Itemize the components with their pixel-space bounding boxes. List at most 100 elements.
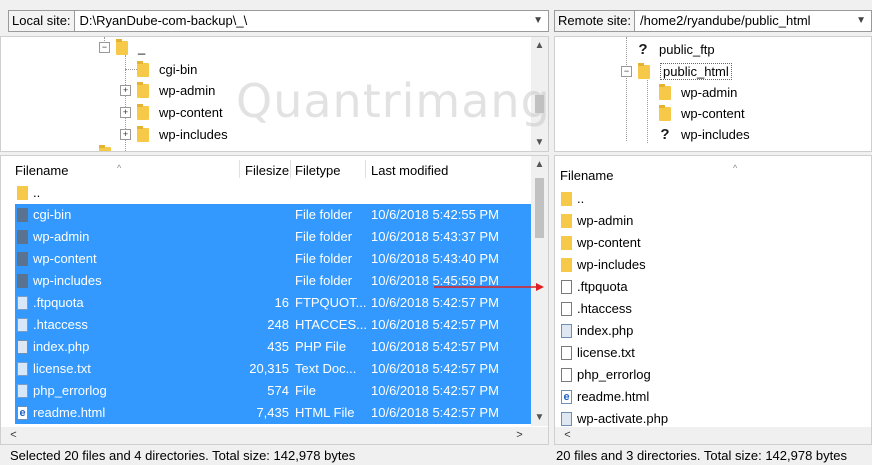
tree-item-public-html[interactable]: − public_html: [621, 61, 732, 82]
table-row[interactable]: ..: [15, 182, 533, 204]
tree-item-wp-content[interactable]: wp-content: [659, 103, 745, 124]
file-name: wp-admin: [33, 229, 90, 244]
remote-file-list[interactable]: Filename ^ .. wp-admin wp-content wp-includ…: [554, 155, 872, 445]
local-site-bar: Local site: D:\RyanDube-com-backup\_\ ▼: [8, 6, 549, 36]
table-row[interactable]: index.php 435 PHP File 10/6/2018 5:42:57 PM: [15, 336, 533, 358]
local-file-list[interactable]: Filename ^ Filesize Filetype Last modifi…: [0, 155, 549, 445]
column-filename[interactable]: Filename: [15, 163, 68, 178]
unknown-folder-icon: ?: [660, 126, 670, 143]
scroll-left-icon[interactable]: <: [559, 427, 576, 444]
file-name: .ftpquota: [577, 279, 628, 294]
tree-item-root[interactable]: − _: [99, 37, 145, 58]
file-name: php_errorlog: [577, 367, 651, 382]
scrollbar-thumb[interactable]: [535, 178, 544, 238]
tree-item-label: public_ftp: [659, 42, 715, 57]
scroll-down-icon[interactable]: ▼: [531, 409, 548, 426]
expand-icon[interactable]: +: [120, 85, 131, 96]
folder-icon: [638, 62, 650, 79]
list-item[interactable]: index.php: [561, 320, 861, 342]
local-site-path-combobox[interactable]: D:\RyanDube-com-backup\_\ ▼: [74, 10, 549, 32]
file-modified: 10/6/2018 5:42:55 PM: [371, 207, 499, 222]
table-row[interactable]: wp-admin File folder 10/6/2018 5:43:37 PM: [15, 226, 533, 248]
tree-item-label: wp-content: [681, 106, 745, 121]
file-name: php_errorlog: [33, 383, 107, 398]
expand-icon[interactable]: +: [120, 107, 131, 118]
file-modified: 10/6/2018 5:43:40 PM: [371, 251, 499, 266]
tree-item-wp-admin[interactable]: wp-admin: [659, 82, 737, 103]
scroll-up-icon[interactable]: ▲: [531, 156, 548, 173]
tree-item-wp-content[interactable]: + wp-content: [120, 102, 223, 123]
table-row[interactable]: wp-content File folder 10/6/2018 5:43:40 P…: [15, 248, 533, 270]
tree-item-label: _: [138, 40, 146, 55]
scroll-left-icon[interactable]: <: [5, 427, 22, 444]
column-last-modified[interactable]: Last modified: [371, 163, 448, 178]
table-row[interactable]: php_errorlog 574 File 10/6/2018 5:42:57 PM: [15, 380, 533, 402]
expand-icon[interactable]: +: [120, 129, 131, 140]
file-name: index.php: [577, 323, 634, 338]
file-type: Text Doc...: [295, 361, 357, 376]
scroll-up-icon[interactable]: ▲: [531, 37, 548, 54]
file-icon: [561, 302, 572, 316]
chevron-down-icon[interactable]: ▼: [856, 11, 866, 31]
list-item[interactable]: e readme.html: [561, 386, 861, 408]
file-type: File folder: [295, 273, 353, 288]
folder-icon: [137, 60, 149, 77]
file-modified: 10/6/2018 5:42:57 PM: [371, 383, 499, 398]
table-row[interactable]: cgi-bin File folder 10/6/2018 5:42:55 PM: [15, 204, 533, 226]
file-icon: [17, 318, 28, 332]
list-item[interactable]: wp-admin: [561, 210, 861, 232]
tree-item-cgi-bin[interactable]: cgi-bin: [137, 59, 197, 80]
list-item[interactable]: wp-content: [561, 232, 861, 254]
column-filename[interactable]: Filename: [560, 168, 613, 183]
folder-icon: [17, 274, 28, 288]
tree-item-public-ftp[interactable]: ? public_ftp: [637, 39, 715, 60]
remote-site-path-combobox[interactable]: /home2/ryandube/public_html ▼: [634, 10, 872, 32]
list-item[interactable]: .ftpquota: [561, 276, 861, 298]
file-size: 435: [267, 339, 289, 354]
column-filetype[interactable]: Filetype: [295, 163, 341, 178]
table-row[interactable]: e readme.html 7,435 HTML File 10/6/2018 5:42…: [15, 402, 533, 424]
remote-list-header: Filename ^: [555, 156, 871, 186]
column-filesize[interactable]: Filesize: [245, 163, 289, 178]
remote-directory-tree[interactable]: ? public_ftp − public_html wp-admin wp-c…: [554, 36, 872, 152]
tree-item-cut-off: [99, 143, 121, 151]
watermark: Quantrimang: [236, 74, 551, 128]
local-list-hscrollbar[interactable]: < >: [1, 427, 548, 444]
list-item[interactable]: ..: [561, 188, 861, 210]
chevron-down-icon[interactable]: ▼: [533, 11, 543, 31]
tree-item-wp-includes[interactable]: + wp-includes: [120, 124, 228, 145]
file-name: wp-activate.php: [577, 411, 669, 426]
folder-icon: [17, 186, 28, 200]
list-item[interactable]: .htaccess: [561, 298, 861, 320]
collapse-icon[interactable]: −: [99, 42, 110, 53]
tree-item-label: wp-admin: [681, 85, 738, 100]
table-row[interactable]: license.txt 20,315 Text Doc... 10/6/2018 5:…: [15, 358, 533, 380]
table-row[interactable]: .htaccess 248 HTACCES... 10/6/2018 5:42:57 …: [15, 314, 533, 336]
list-item[interactable]: php_errorlog: [561, 364, 861, 386]
file-icon: [17, 384, 28, 398]
file-type: PHP File: [295, 339, 347, 354]
collapse-icon[interactable]: −: [621, 66, 632, 77]
remote-site-path-text: /home2/ryandube/public_html: [639, 13, 811, 28]
file-type: HTML File: [295, 405, 355, 420]
file-name: .htaccess: [33, 317, 88, 332]
file-name: wp-includes: [577, 257, 646, 272]
file-name: ..: [577, 191, 585, 206]
folder-icon: [137, 125, 149, 142]
table-row[interactable]: .ftpquota 16 FTPQUOT... 10/6/2018 5:42:57 P…: [15, 292, 533, 314]
file-size: 7,435: [256, 405, 289, 420]
tree-item-wp-includes[interactable]: ? wp-includes: [659, 124, 749, 145]
scroll-right-icon[interactable]: >: [511, 427, 528, 444]
folder-icon: [116, 38, 128, 55]
file-type: HTACCES...: [295, 317, 367, 332]
file-icon: [17, 362, 28, 376]
scroll-down-icon[interactable]: ▼: [531, 134, 548, 151]
local-status-bar: Selected 20 files and 4 directories. Tot…: [10, 448, 356, 463]
tree-item-label: wp-admin: [159, 83, 216, 98]
php-file-icon: [17, 340, 28, 354]
file-name: readme.html: [33, 405, 106, 420]
tree-item-wp-admin[interactable]: + wp-admin: [120, 80, 215, 101]
remote-list-hscrollbar[interactable]: <: [555, 427, 871, 444]
list-item[interactable]: wp-includes: [561, 254, 861, 276]
list-item[interactable]: license.txt: [561, 342, 861, 364]
